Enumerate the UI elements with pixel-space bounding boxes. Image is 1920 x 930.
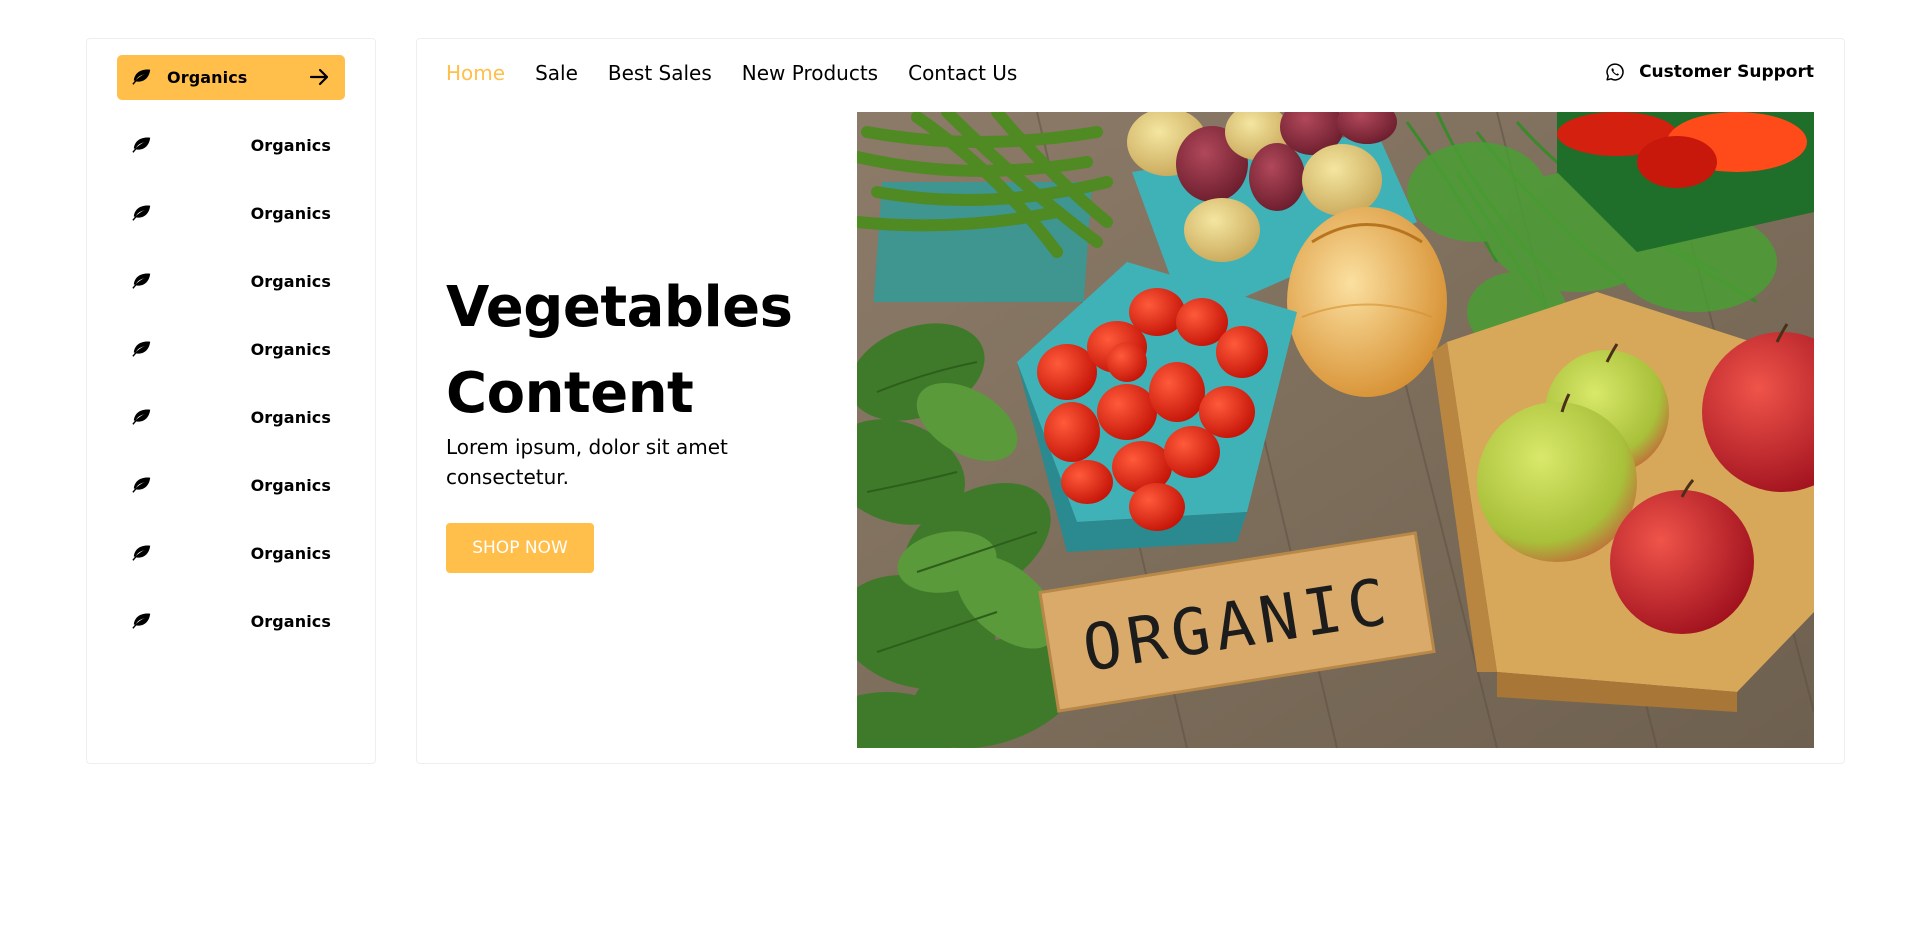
organic-produce-illustration: ORGANIC bbox=[857, 112, 1814, 748]
sidebar-item-label: Organics bbox=[250, 204, 331, 223]
leaf-icon bbox=[132, 273, 151, 289]
whatsapp-icon bbox=[1606, 63, 1624, 81]
sidebar-item-organics[interactable]: Organics bbox=[117, 191, 345, 236]
hero-title-line-2: Content bbox=[446, 361, 694, 426]
leaf-icon bbox=[132, 409, 151, 425]
sidebar-item-organics-active[interactable]: Organics bbox=[117, 55, 345, 100]
sidebar-item-label: Organics bbox=[250, 544, 331, 563]
leaf-icon bbox=[132, 477, 151, 493]
sidebar-item-organics[interactable]: Organics bbox=[117, 395, 345, 440]
leaf-icon bbox=[132, 205, 151, 221]
leaf-icon bbox=[132, 341, 151, 357]
sidebar-item-organics[interactable]: Organics bbox=[117, 463, 345, 508]
leaf-icon bbox=[132, 545, 151, 561]
top-nav: Home Sale Best Sales New Products Contac… bbox=[446, 55, 1017, 91]
hero-title-line-1: Vegetables bbox=[446, 275, 793, 340]
customer-support-link[interactable]: Customer Support bbox=[1605, 54, 1814, 90]
nav-link-best-sales[interactable]: Best Sales bbox=[608, 55, 712, 91]
sidebar-item-organics[interactable]: Organics bbox=[117, 327, 345, 372]
arrow-right-icon bbox=[309, 68, 329, 86]
sidebar-item-label: Organics bbox=[250, 340, 331, 359]
sidebar-item-organics[interactable]: Organics bbox=[117, 599, 345, 644]
hero-panel: Home Sale Best Sales New Products Contac… bbox=[416, 38, 1845, 764]
hero-title: Vegetables Content bbox=[446, 265, 836, 437]
customer-support-label: Customer Support bbox=[1639, 62, 1814, 82]
hero-subtitle: Lorem ipsum, dolor sit amet consectetur. bbox=[446, 435, 728, 489]
sidebar-item-label: Organics bbox=[250, 612, 331, 631]
category-sidebar: Organics Organics Organics Organics Orga… bbox=[86, 38, 376, 764]
leaf-icon bbox=[132, 137, 151, 153]
nav-link-sale[interactable]: Sale bbox=[535, 55, 578, 91]
shop-now-button[interactable]: SHOP NOW bbox=[446, 523, 594, 573]
leaf-icon bbox=[132, 613, 151, 629]
sidebar-item-organics[interactable]: Organics bbox=[117, 123, 345, 168]
nav-link-new-products[interactable]: New Products bbox=[742, 55, 878, 91]
sidebar-item-label: Organics bbox=[250, 476, 331, 495]
nav-link-contact-us[interactable]: Contact Us bbox=[908, 55, 1017, 91]
hero-image-vegetables: ORGANIC bbox=[857, 112, 1814, 748]
sidebar-item-label: Organics bbox=[250, 272, 331, 291]
sidebar-item-label: Organics bbox=[250, 408, 331, 427]
leaf-icon bbox=[132, 69, 151, 85]
sidebar-item-organics[interactable]: Organics bbox=[117, 259, 345, 304]
nav-link-home[interactable]: Home bbox=[446, 55, 505, 91]
sidebar-item-organics[interactable]: Organics bbox=[117, 531, 345, 576]
sidebar-item-label: Organics bbox=[250, 136, 331, 155]
sidebar-item-label: Organics bbox=[167, 68, 248, 87]
